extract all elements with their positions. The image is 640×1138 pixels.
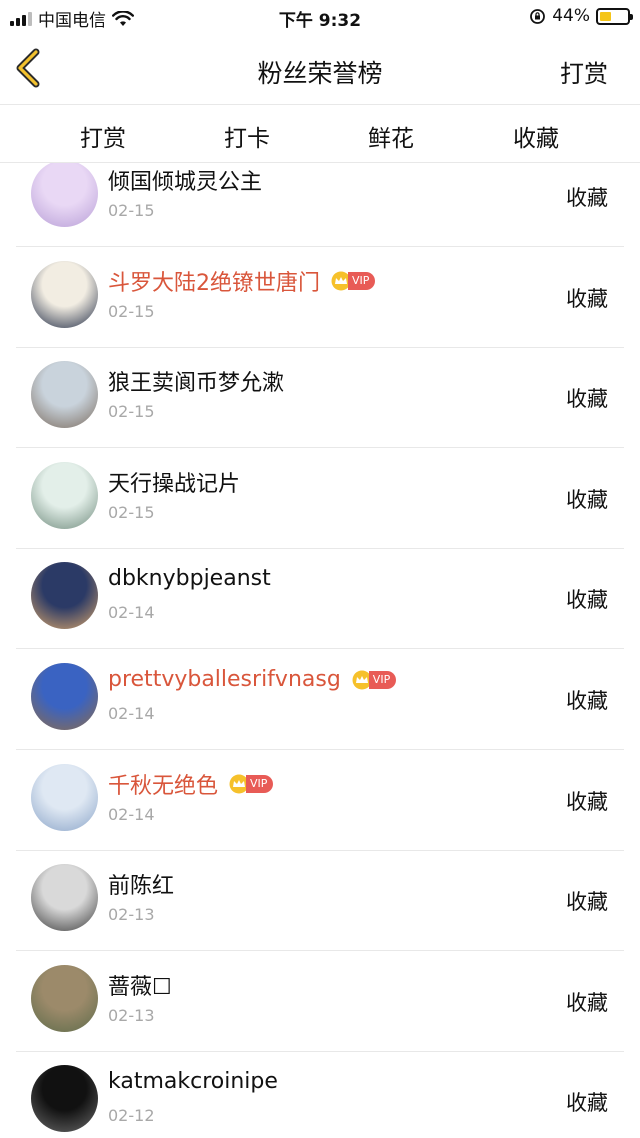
date-label: 02-15 <box>108 201 155 220</box>
favorite-action-label: 收藏 <box>566 689 608 713</box>
avatar[interactable] <box>31 562 98 630</box>
avatar[interactable] <box>31 163 98 227</box>
battery-level <box>600 11 612 21</box>
avatar[interactable] <box>31 361 98 429</box>
favorite-action-label: 收藏 <box>566 487 608 512</box>
user-name[interactable]: 斗罗大陆2绝镣世唐门 <box>108 265 320 297</box>
reward-button[interactable]: 打赏 <box>560 54 608 89</box>
vip-label: VIP <box>348 271 376 290</box>
favorite-action-label: 收藏 <box>566 1091 608 1116</box>
status-bar: 中国电信 下午 9:32 44% <box>0 0 640 34</box>
name-line: 千秋无绝色 VIP <box>108 768 274 800</box>
date-label: 02-14 <box>108 804 155 824</box>
user-name[interactable]: dbknybpjeanst <box>108 566 271 591</box>
battery-percent: 44% <box>552 6 590 26</box>
vip-badge: VIP <box>228 774 274 794</box>
page-title: 粉丝荣誉榜 <box>257 59 383 88</box>
date-label: 02-13 <box>108 1005 155 1025</box>
name-line: 前陈红 <box>108 868 174 900</box>
avatar[interactable] <box>31 1065 98 1133</box>
favorite-action-label: 收藏 <box>566 186 608 210</box>
list-item[interactable]: 前陈红 02-13 收藏 <box>0 850 640 952</box>
favorite-action-label: 收藏 <box>566 286 608 311</box>
date-label: 02-15 <box>108 402 155 422</box>
vip-badge: VIP <box>351 670 397 690</box>
list-item[interactable]: 倾国倾城灵公主 02-15 收藏 <box>0 163 640 247</box>
name-line: 蔷薇☐ <box>108 969 172 1001</box>
date-label: 02-12 <box>108 1106 155 1126</box>
list-item[interactable]: 蔷薇☐ 02-13 收藏 <box>0 951 640 1052</box>
favorite-action-label: 收藏 <box>566 890 608 915</box>
nav-bar: 粉丝荣誉榜 打赏 <box>0 34 640 104</box>
user-name[interactable]: prettvyballesrifvnasg <box>108 667 341 692</box>
user-name[interactable]: 前陈红 <box>108 868 174 900</box>
tab-flowers[interactable]: 鲜花 <box>341 119 441 153</box>
favorite-action-label: 收藏 <box>566 990 608 1015</box>
favorite-action-label: 收藏 <box>566 387 608 412</box>
favorite-action-label: 收藏 <box>566 789 608 814</box>
name-line: 倾国倾城灵公主 <box>108 164 262 196</box>
name-line: 天行操战记片 <box>108 466 240 498</box>
date-label: 02-14 <box>108 603 155 623</box>
favorite-action-label: 收藏 <box>566 588 608 613</box>
avatar[interactable] <box>31 763 98 831</box>
list-item[interactable]: 狼王荬阆币梦允漱 02-15 收藏 <box>0 347 640 449</box>
name-line: 狼王荬阆币梦允漱 <box>108 365 284 397</box>
user-name[interactable]: 天行操战记片 <box>108 466 240 498</box>
tab-bar: 打赏 打卡 鲜花 收藏 <box>0 104 640 163</box>
tab-checkin[interactable]: 打卡 <box>197 119 297 153</box>
tab-reward[interactable]: 打赏 <box>53 119 153 153</box>
orientation-lock-icon <box>530 8 546 24</box>
avatar[interactable] <box>31 964 98 1032</box>
name-line: prettvyballesrifvnasg VIP <box>108 667 397 692</box>
vip-badge: VIP <box>330 271 376 291</box>
status-right: 44% <box>529 6 633 26</box>
list-item[interactable]: 千秋无绝色 VIP 02-14 收藏 <box>0 750 640 851</box>
list-item[interactable]: 天行操战记片 02-15 收藏 <box>0 448 640 549</box>
name-line: katmakcroinipe <box>108 1069 278 1094</box>
name-line: dbknybpjeanst <box>108 566 271 591</box>
name-line: 斗罗大陆2绝镣世唐门 VIP <box>108 265 376 297</box>
user-name[interactable]: 狼王荬阆币梦允漱 <box>108 365 284 397</box>
avatar[interactable] <box>31 260 98 328</box>
user-name[interactable]: 千秋无绝色 <box>108 768 218 800</box>
battery-icon <box>596 7 633 25</box>
tab-favorites[interactable]: 收藏 <box>486 119 586 153</box>
date-label: 02-14 <box>108 704 155 723</box>
user-name[interactable]: 倾国倾城灵公主 <box>108 164 262 196</box>
avatar[interactable] <box>31 864 98 932</box>
list-item[interactable]: 斗罗大陆2绝镣世唐门 VIP 02-15 收藏 <box>0 247 640 348</box>
avatar[interactable] <box>31 461 98 529</box>
list-item[interactable]: katmakcroinipe 02-12 收藏 <box>0 1051 640 1138</box>
vip-label: VIP <box>368 670 397 689</box>
fan-list: 倾国倾城灵公主 02-15 收藏 斗罗大陆2绝镣世唐门 VIP 02-15 收藏 狼王荬阆币梦… <box>0 163 640 1138</box>
date-label: 02-15 <box>108 301 155 321</box>
date-label: 02-13 <box>108 905 155 925</box>
list-item[interactable]: prettvyballesrifvnasg VIP 02-14 收藏 <box>0 649 640 750</box>
list-item[interactable]: dbknybpjeanst 02-14 收藏 <box>0 548 640 650</box>
avatar[interactable] <box>31 663 98 730</box>
date-label: 02-15 <box>108 502 155 522</box>
user-name[interactable]: katmakcroinipe <box>108 1069 278 1094</box>
user-name[interactable]: 蔷薇☐ <box>108 969 172 1001</box>
vip-label: VIP <box>246 774 274 793</box>
